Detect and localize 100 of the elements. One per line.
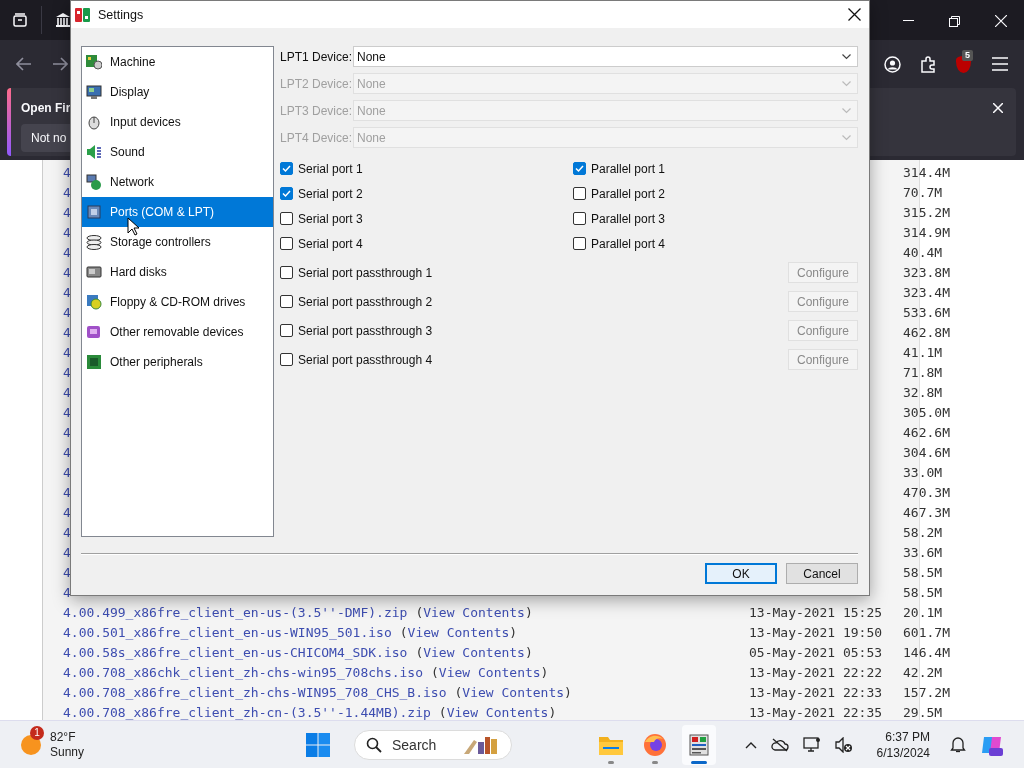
category-item[interactable]: Floppy & CD-ROM drives [82,287,273,317]
size-cell: 467.3M [903,504,950,520]
view-contents-link[interactable]: View Contents [438,664,541,680]
checkbox[interactable]: Serial port 4 [280,231,573,256]
checkbox[interactable]: Serial port passthrough 2 [280,294,433,309]
size-cell: 146.4M [903,644,950,660]
category-item[interactable]: Display [82,77,273,107]
file-link[interactable]: 4 [63,504,71,520]
file-link[interactable]: 4 [63,244,71,260]
contents-link-label: (View Contents) [399,624,518,640]
file-link[interactable]: 4 [63,184,71,200]
size-cell: 42.2M [903,664,943,680]
file-link[interactable]: 4 [63,564,71,580]
category-item[interactable]: Ports (COM & LPT) [82,197,273,227]
checkbox[interactable]: Serial port 1 [280,156,573,181]
dialog-button[interactable]: OK [705,563,777,584]
clock[interactable]: 6:37 PM 6/13/2024 [876,728,930,761]
size-cell: 157.2M [903,684,950,700]
file-link[interactable]: 4 [63,284,71,300]
file-link[interactable]: 4 [63,364,71,380]
size-cell: 41.1M [903,344,943,360]
date-cell: 13-May-2021 19:50 [749,624,883,640]
contents-link-label: (View Contents) [431,664,549,680]
size-cell: 304.6M [903,444,950,460]
category-item[interactable]: Hard disks [82,257,273,287]
temperature-label: 82°F [50,729,77,745]
checkbox[interactable]: Serial port passthrough 3 [280,323,433,338]
file-link[interactable]: 4 [63,344,71,360]
category-item[interactable]: Other removable devices [82,317,273,347]
file-link[interactable]: 4.00.501_x86fre_client_en-us-WIN95_501.iso [63,624,392,640]
category-item[interactable]: Storage controllers [82,227,273,257]
checkbox[interactable]: Parallel port 1 [573,156,858,181]
date-label: 6/13/2024 [876,744,930,761]
file-link[interactable]: 4 [63,224,71,240]
file-link[interactable]: 4 [63,464,71,480]
file-link[interactable]: 4.00.708_x86chk_client_zh-chs-win95_708chs.iso [63,664,424,680]
device-label: LPT2 Device: [280,76,353,91]
file-link[interactable]: 4 [63,584,71,600]
size-cell: 71.8M [903,364,943,380]
file-link[interactable]: 4 [63,424,71,440]
file-link[interactable]: 4.00.58s_x86fre_client_en-us-CHICOM4_SDK.iso [63,644,408,660]
size-cell: 58.2M [903,524,943,540]
window-title: Settings [98,7,144,22]
device-label: LPT3 Device: [280,103,353,118]
size-cell: 462.8M [903,324,950,340]
file-link[interactable]: 4.00.708_x86fre_client_zh-cn-(3.5''-1.44MB).zip [63,704,431,720]
file-link[interactable]: 4 [63,204,71,220]
view-contents-link[interactable]: View Contents [407,624,510,640]
category-item[interactable]: Machine [82,47,273,77]
file-link[interactable]: 4.00.708_x86fre_client_zh-chs-WIN95_708_CHS_B.iso [63,684,447,700]
size-cell: 70.7M [903,184,943,200]
device-dropdown[interactable]: None [353,46,858,67]
weather-condition-label: Sunny [50,744,85,760]
device-label: LPT4 Device: [280,130,353,145]
view-contents-link[interactable]: View Contents [423,604,525,620]
file-link[interactable]: 4.00.499_x86fre_client_en-us-(3.5''-DMF).zip [63,604,408,620]
date-cell: 13-May-2021 22:35 [749,704,883,720]
checkbox[interactable]: Serial port 3 [280,206,573,231]
notification-title: Open Fir [21,101,71,115]
checkbox[interactable]: Serial port passthrough 4 [280,352,433,367]
view-contents-link[interactable]: View Contents [462,684,565,700]
file-link[interactable]: 4 [63,524,71,540]
date-cell: 05-May-2021 05:53 [749,644,883,660]
file-link[interactable]: 4 [63,164,71,180]
size-cell: 323.4M [903,284,950,300]
notification-badge: 1 [30,725,44,740]
dialog-button[interactable]: Cancel [786,563,858,584]
checkbox[interactable]: Parallel port 3 [573,206,858,231]
checkbox[interactable]: Serial port passthrough 1 [280,265,433,280]
file-link[interactable]: 4 [63,264,71,280]
device-label: LPT1 Device: [280,49,353,64]
file-link[interactable]: 4 [63,484,71,500]
date-cell: 13-May-2021 22:33 [749,684,883,700]
size-cell: 33.0M [903,464,943,480]
size-cell: 323.8M [903,264,950,280]
file-link[interactable]: 4 [63,544,71,560]
category-item[interactable]: Network [82,167,273,197]
file-link[interactable]: 4 [63,404,71,420]
file-link[interactable]: 4 [63,384,71,400]
contents-link-label: (View Contents) [438,704,557,720]
date-cell: 13-May-2021 15:25 [749,604,883,620]
size-cell: 601.7M [903,624,950,640]
checkbox[interactable]: Serial port 2 [280,181,573,206]
view-contents-link[interactable]: View Contents [446,704,549,720]
contents-link-label: (View Contents) [415,644,533,660]
contents-link-label: (View Contents) [415,604,533,620]
size-cell: 40.4M [903,244,943,260]
size-cell: 533.6M [903,304,950,320]
size-cell: 462.6M [903,424,950,440]
checkbox[interactable]: Parallel port 2 [573,181,858,206]
size-cell: 58.5M [903,564,943,580]
checkbox[interactable]: Parallel port 4 [573,231,858,256]
size-cell: 470.3M [903,484,950,500]
search-field[interactable]: Search [392,736,452,753]
size-cell: 33.6M [903,544,943,560]
view-contents-link[interactable]: View Contents [423,644,525,660]
category-item[interactable]: Other peripherals [82,347,273,377]
file-link[interactable]: 4 [63,304,71,320]
file-link[interactable]: 4 [63,324,71,340]
file-link[interactable]: 4 [63,444,71,460]
